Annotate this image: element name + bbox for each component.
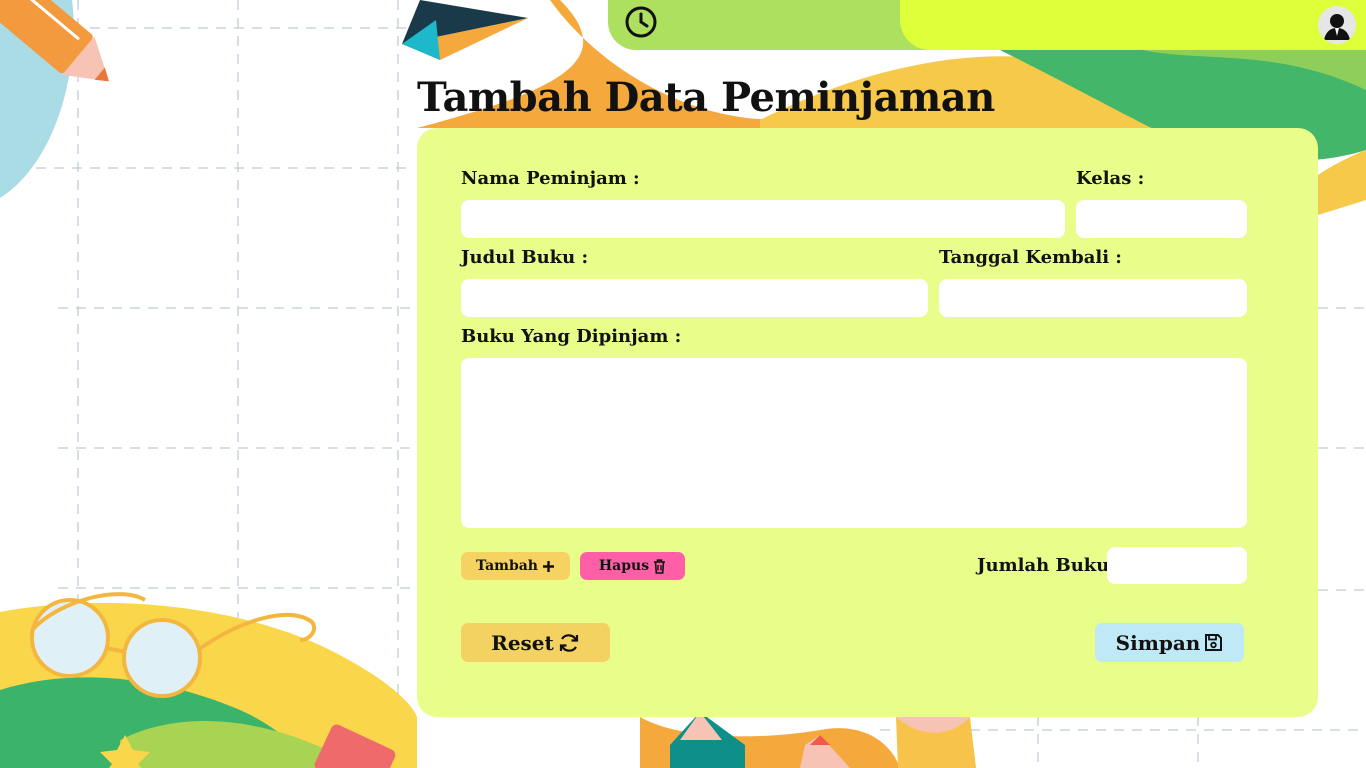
tanggal-kembali-label: Tanggal Kembali : [939,247,1122,268]
judul-buku-input[interactable] [461,279,928,317]
refresh-icon [559,633,578,652]
trash-icon [654,558,666,574]
judul-buku-label: Judul Buku : [461,247,589,268]
tanggal-kembali-input[interactable] [939,279,1247,317]
hapus-button[interactable]: Hapus [580,552,685,580]
simpan-button[interactable]: Simpan [1095,623,1244,662]
reset-button-label: Reset [491,630,554,655]
tambah-button[interactable]: Tambah [461,552,570,580]
top-bar-accent [900,0,1366,50]
loan-form-card: Nama Peminjam : Kelas : Judul Buku : Tan… [417,128,1318,717]
user-avatar-icon[interactable] [1318,6,1356,44]
simpan-button-label: Simpan [1115,630,1201,655]
jumlah-buku-input[interactable] [1107,547,1247,584]
clock-icon[interactable] [624,5,658,39]
reset-button[interactable]: Reset [461,623,610,662]
save-icon [1205,634,1223,651]
nama-peminjam-label: Nama Peminjam : [461,168,640,189]
hapus-button-label: Hapus [598,558,650,574]
kelas-input[interactable] [1076,200,1247,238]
plus-icon [543,560,554,572]
kelas-label: Kelas : [1076,168,1145,189]
buku-dipinjam-textarea[interactable] [461,358,1247,528]
buku-dipinjam-label: Buku Yang Dipinjam : [461,326,682,347]
page-title: Tambah Data Peminjaman [417,74,995,121]
jumlah-buku-label: Jumlah Buku : [977,555,1123,576]
tambah-button-label: Tambah [475,558,538,574]
nama-peminjam-input[interactable] [461,200,1065,238]
